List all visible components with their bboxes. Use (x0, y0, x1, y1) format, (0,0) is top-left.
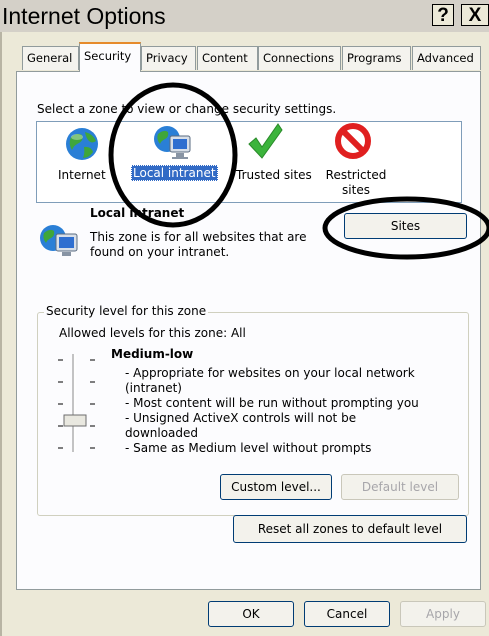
window-title: Internet Options (2, 3, 166, 29)
zone-label-trusted-sites[interactable]: Trusted sites (236, 168, 312, 183)
level-detail-line: - Most content will be run without promp… (125, 396, 419, 410)
zone-label-internet[interactable]: Internet (58, 168, 106, 183)
tab-content[interactable]: Content (197, 46, 258, 70)
tab-programs[interactable]: Programs (342, 46, 411, 70)
globe-icon[interactable] (62, 126, 102, 164)
tab-advanced[interactable]: Advanced (412, 46, 481, 70)
cancel-button[interactable]: Cancel (304, 601, 390, 627)
level-detail-line: - Appropriate for websites on your local… (125, 366, 415, 395)
zone-label-text: Local intranet (131, 165, 218, 181)
close-button[interactable]: X (461, 4, 489, 26)
help-button[interactable]: ? (432, 4, 454, 26)
ok-button[interactable]: OK (208, 601, 294, 627)
zone-info-title: Local intranet (90, 206, 185, 220)
allowed-levels-text: Allowed levels for this zone: All (59, 326, 246, 340)
reset-all-zones-button[interactable]: Reset all zones to default level (233, 515, 467, 543)
security-level-name: Medium-low (111, 347, 194, 361)
sites-button[interactable]: Sites (344, 213, 467, 239)
level-detail-line: - Same as Medium level without prompts (125, 441, 372, 455)
custom-level-button[interactable]: Custom level... (220, 474, 332, 500)
security-level-slider[interactable] (55, 352, 103, 456)
intranet-icon[interactable] (152, 122, 192, 162)
level-detail-line: - Unsigned ActiveX controls will not be … (125, 411, 357, 440)
intranet-info-icon (38, 222, 80, 260)
security-level-group-title: Security level for this zone (44, 304, 209, 318)
security-level-description: - Appropriate for websites on your local… (125, 366, 425, 456)
zone-label-restricted-sites[interactable]: Restricted sites (320, 168, 392, 198)
tab-security[interactable]: Security (79, 42, 141, 72)
tab-privacy[interactable]: Privacy (141, 46, 196, 70)
default-level-button[interactable]: Default level (341, 474, 459, 500)
zone-label-local-intranet[interactable]: Local intranet (131, 165, 218, 181)
checkmark-icon[interactable] (247, 120, 283, 164)
zone-select-prompt: Select a zone to view or change security… (37, 102, 337, 116)
tab-general[interactable]: General (22, 46, 79, 70)
zone-info-description: This zone is for all websites that are f… (90, 230, 307, 259)
apply-button[interactable]: Apply (400, 601, 486, 627)
restricted-icon[interactable] (334, 122, 372, 160)
tab-connections[interactable]: Connections (258, 46, 341, 70)
